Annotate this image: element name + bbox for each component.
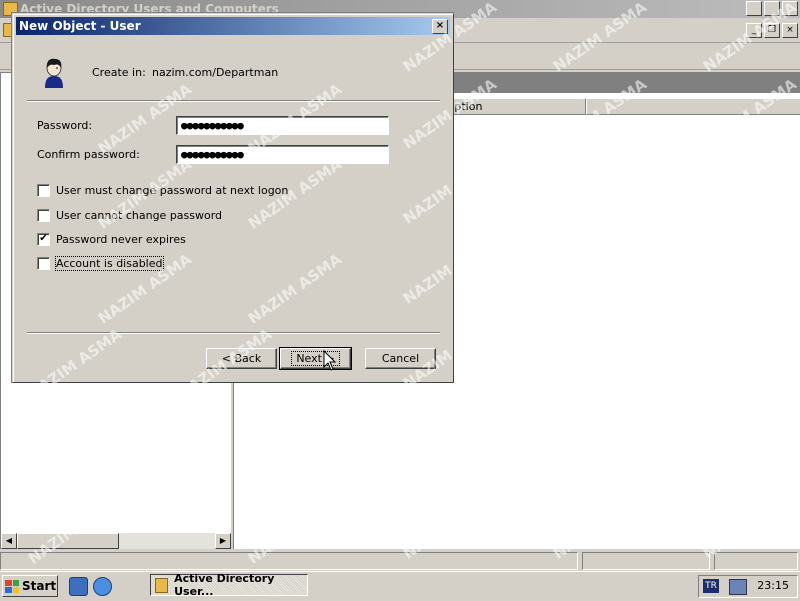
separator-top [27,100,440,102]
windows-logo-icon [5,579,19,593]
next-button[interactable]: Next > [279,347,352,370]
user-icon [45,58,63,88]
folder-icon [155,577,169,593]
checkbox-cannot-change-password[interactable]: User cannot change password [37,209,222,222]
scroll-thumb[interactable] [17,533,119,549]
checkbox-label: User must change password at next logon [56,184,289,197]
restore-button[interactable]: ❐ [764,1,780,16]
minimize-button[interactable]: _ [746,1,762,16]
network-icon[interactable] [729,579,747,595]
child-restore-button[interactable]: ❐ [764,23,780,38]
column-header-extra[interactable] [586,98,800,115]
cancel-button[interactable]: Cancel [365,348,436,369]
close-icon[interactable]: × [432,19,448,34]
status-segment-main [0,552,578,570]
checkbox-box[interactable] [37,184,50,197]
password-field[interactable]: ●●●●●●●●●●● [176,116,389,135]
new-object-user-dialog: New Object - User × Create in: nazim.com… [12,13,453,382]
checkbox-must-change-password[interactable]: User must change password at next logon [37,184,288,197]
checkmark-icon[interactable]: ✔ [37,233,50,246]
window-controls: _ ❐ × [746,1,798,16]
clock[interactable]: 23:15 [757,579,789,592]
taskbar: Start Active Directory User... TR 23:15 [0,571,800,601]
dialog-titlebar[interactable]: New Object - User × [16,17,450,35]
separator-bottom [27,332,440,334]
scroll-right-arrow-icon[interactable]: ▶ [215,533,231,549]
dialog-title: New Object - User [19,19,141,33]
checkbox-label: User cannot change password [56,209,223,222]
checkbox-box[interactable] [37,209,50,222]
checkbox-box[interactable] [37,257,50,270]
start-label: Start [22,579,57,593]
language-indicator[interactable]: TR [703,579,719,593]
status-bar [0,550,800,570]
scroll-left-arrow-icon[interactable]: ◀ [1,533,17,549]
show-desktop-icon[interactable] [69,577,88,596]
taskbar-button-label: Active Directory User... [174,572,275,598]
confirm-password-field[interactable]: ●●●●●●●●●●● [176,145,389,164]
checkbox-password-never-expires[interactable]: ✔ Password never expires [37,233,186,246]
start-button[interactable]: Start [2,575,58,597]
child-window-controls: _ ❐ × [746,23,798,38]
checkbox-label: Password never expires [56,233,186,246]
close-button[interactable]: × [782,1,798,16]
checkbox-account-disabled[interactable]: Account is disabled [37,256,164,271]
ie-icon[interactable] [93,577,112,596]
child-minimize-button[interactable]: _ [746,23,762,38]
password-label: Password: [37,119,93,132]
horizontal-scrollbar[interactable]: ◀ ▶ [1,533,231,549]
checkbox-label: Account is disabled [55,256,164,271]
column-header-description[interactable]: scription [430,98,586,115]
back-button[interactable]: < Back [206,348,277,369]
status-segment-3 [714,552,798,570]
confirm-password-label: Confirm password: [37,148,140,161]
status-segment-2 [582,552,710,570]
create-in-label: Create in: [92,66,146,79]
system-tray: TR 23:15 [698,575,798,598]
mouse-cursor-icon [323,350,337,371]
create-in-value: nazim.com/Departman [152,66,279,79]
taskbar-button-active-directory[interactable]: Active Directory User... [150,572,308,598]
child-close-button[interactable]: × [782,23,798,38]
